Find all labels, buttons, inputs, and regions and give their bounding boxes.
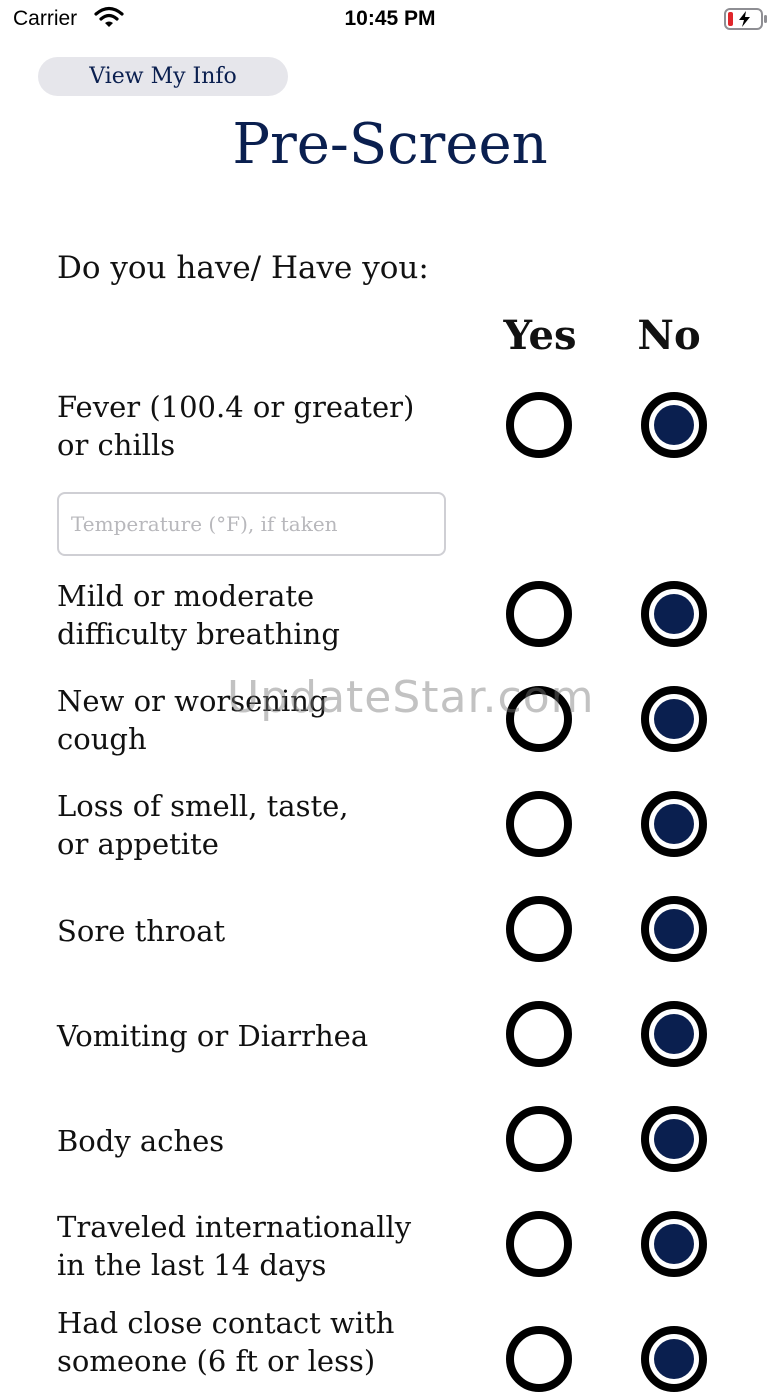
- radio-yes-close-contact[interactable]: [506, 1326, 572, 1392]
- radio-selected-dot: [654, 699, 694, 739]
- radio-yes-breathing[interactable]: [506, 581, 572, 647]
- radio-selected-dot: [654, 1119, 694, 1159]
- radio-yes-body-aches[interactable]: [506, 1106, 572, 1172]
- radio-no-sore-throat[interactable]: [641, 896, 707, 962]
- view-my-info-button[interactable]: View My Info: [38, 57, 288, 96]
- radio-selected-dot: [654, 594, 694, 634]
- page-title: Pre-Screen: [232, 112, 548, 177]
- column-header-no: No: [637, 312, 701, 359]
- radio-no-smell-taste[interactable]: [641, 791, 707, 857]
- battery-charging-icon: [724, 8, 767, 30]
- status-time: 10:45 PM: [344, 7, 436, 30]
- radio-yes-vomiting[interactable]: [506, 1001, 572, 1067]
- radio-selected-dot: [654, 1224, 694, 1264]
- question-label-fever: Fever (100.4 or greater) or chills: [57, 390, 415, 462]
- temperature-input[interactable]: [57, 492, 446, 556]
- radio-selected-dot: [654, 909, 694, 949]
- question-label-cough: New or worsening cough: [57, 684, 328, 756]
- question-label-smell-taste: Loss of smell, taste, or appetite: [57, 789, 349, 861]
- radio-no-travel[interactable]: [641, 1211, 707, 1277]
- question-label-close-contact: Had close contact with someone (6 ft or …: [57, 1306, 395, 1378]
- question-label-body-aches: Body aches: [57, 1124, 225, 1158]
- question-label-vomiting: Vomiting or Diarrhea: [57, 1019, 369, 1053]
- radio-selected-dot: [654, 1339, 694, 1379]
- question-label-breathing: Mild or moderate difficulty breathing: [57, 579, 340, 651]
- radio-yes-fever[interactable]: [506, 392, 572, 458]
- radio-no-vomiting[interactable]: [641, 1001, 707, 1067]
- radio-selected-dot: [654, 405, 694, 445]
- question-label-sore-throat: Sore throat: [57, 914, 226, 948]
- radio-yes-cough[interactable]: [506, 686, 572, 752]
- radio-yes-sore-throat[interactable]: [506, 896, 572, 962]
- radio-no-breathing[interactable]: [641, 581, 707, 647]
- radio-selected-dot: [654, 1014, 694, 1054]
- radio-no-body-aches[interactable]: [641, 1106, 707, 1172]
- radio-yes-travel[interactable]: [506, 1211, 572, 1277]
- form-prompt: Do you have/ Have you:: [57, 250, 429, 286]
- status-bar: Carrier 10:45 PM: [0, 0, 780, 40]
- radio-no-cough[interactable]: [641, 686, 707, 752]
- radio-yes-smell-taste[interactable]: [506, 791, 572, 857]
- column-header-yes: Yes: [503, 312, 577, 359]
- question-label-travel: Traveled internationally in the last 14 …: [57, 1210, 412, 1282]
- radio-no-close-contact[interactable]: [641, 1326, 707, 1392]
- radio-no-fever[interactable]: [641, 392, 707, 458]
- radio-selected-dot: [654, 804, 694, 844]
